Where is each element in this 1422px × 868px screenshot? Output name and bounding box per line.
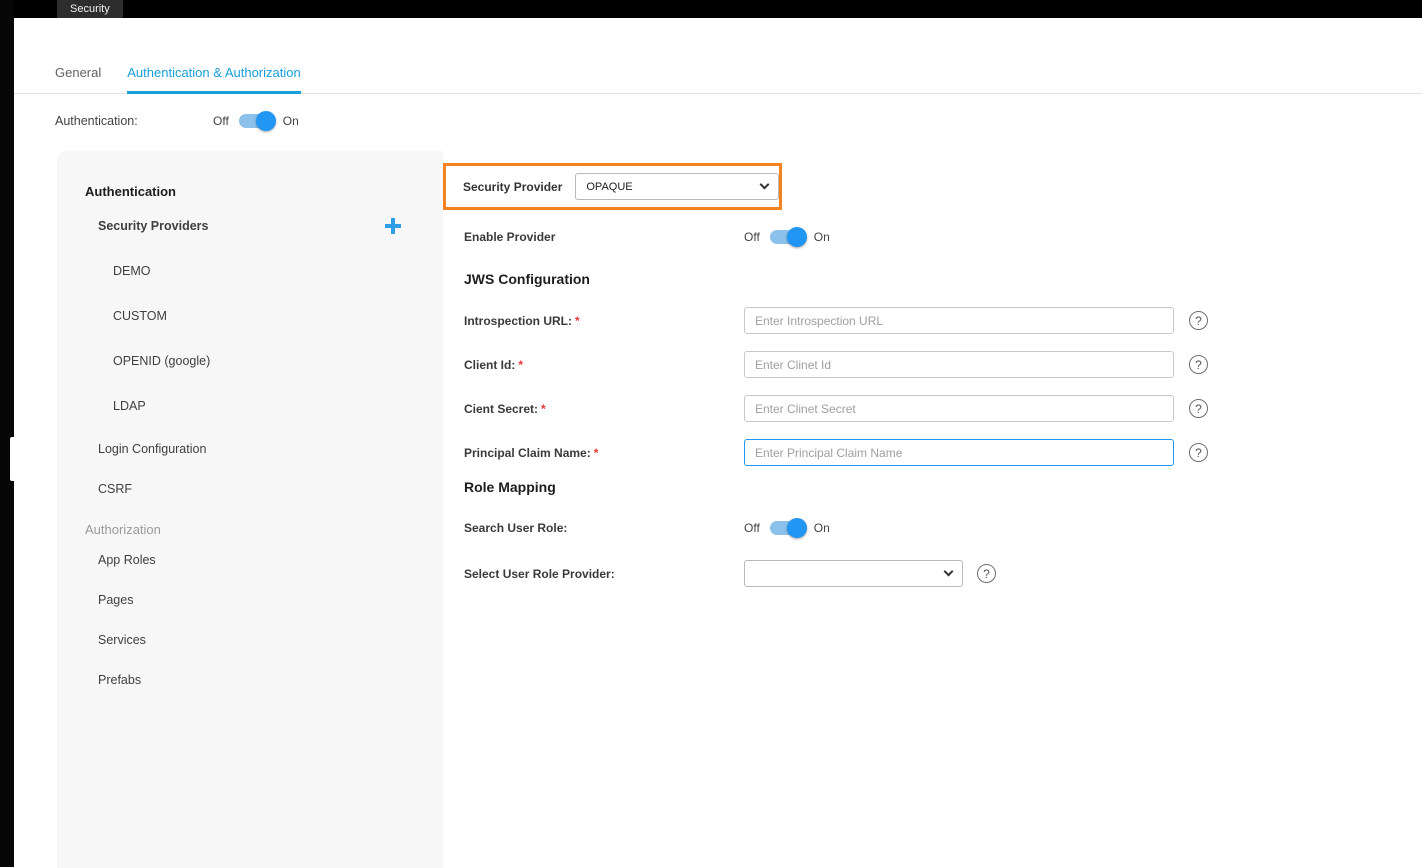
sidebar-header-authentication: Authentication bbox=[85, 181, 443, 203]
client-id-help-icon[interactable]: ? bbox=[1189, 355, 1208, 374]
security-settings-page: General Authentication & Authorization A… bbox=[14, 18, 1422, 867]
sidebar-item-ldap[interactable]: LDAP bbox=[113, 396, 443, 416]
search-user-role-row: Search User Role: Off On bbox=[464, 516, 1422, 540]
top-bar: Security bbox=[0, 0, 1422, 18]
authentication-toggle[interactable] bbox=[239, 114, 273, 128]
toggle-knob bbox=[787, 227, 807, 247]
security-provider-label: Security Provider bbox=[463, 180, 562, 194]
required-asterisk: * bbox=[541, 402, 546, 416]
security-provider-select[interactable]: OPAQUE bbox=[575, 173, 779, 200]
on-label: On bbox=[283, 114, 299, 128]
client-id-row: Client Id:* ? bbox=[464, 351, 1422, 378]
principal-claim-name-row: Principal Claim Name:* ? bbox=[464, 439, 1422, 466]
role-mapping-heading: Role Mapping bbox=[464, 479, 1422, 495]
client-secret-label: Cient Secret:* bbox=[464, 402, 744, 416]
user-role-provider-help-icon[interactable]: ? bbox=[977, 564, 996, 583]
on-label: On bbox=[814, 521, 830, 535]
toggle-knob bbox=[256, 111, 276, 131]
introspection-url-help-icon[interactable]: ? bbox=[1189, 311, 1208, 330]
security-providers-label: Security Providers bbox=[98, 216, 208, 236]
principal-claim-name-help-icon[interactable]: ? bbox=[1189, 443, 1208, 462]
sidebar-item-csrf[interactable]: CSRF bbox=[98, 479, 443, 499]
sidebar-item-services[interactable]: Services bbox=[98, 630, 443, 650]
security-top-tab-label: Security bbox=[70, 3, 110, 15]
client-secret-input[interactable] bbox=[744, 395, 1174, 422]
sidebar-item-security-providers[interactable]: Security Providers bbox=[98, 216, 401, 236]
search-user-role-toggle[interactable] bbox=[770, 521, 804, 535]
enable-provider-toggle-group: Off On bbox=[744, 230, 830, 244]
search-user-role-toggle-group: Off On bbox=[744, 521, 830, 535]
select-user-role-provider-label: Select User Role Provider: bbox=[464, 567, 744, 581]
add-provider-icon[interactable] bbox=[385, 218, 401, 234]
required-asterisk: * bbox=[594, 446, 599, 460]
client-id-label: Client Id:* bbox=[464, 358, 744, 372]
settings-tabs: General Authentication & Authorization bbox=[14, 65, 1422, 94]
sidebar-item-openid-google[interactable]: OPENID (google) bbox=[113, 351, 443, 371]
required-asterisk: * bbox=[575, 314, 580, 328]
client-secret-help-icon[interactable]: ? bbox=[1189, 399, 1208, 418]
enable-provider-row: Enable Provider Off On bbox=[464, 225, 1422, 249]
security-provider-highlight-callout: Security Provider OPAQUE bbox=[443, 163, 782, 210]
authentication-toggle-group: Off On bbox=[213, 114, 299, 128]
tab-authentication-authorization[interactable]: Authentication & Authorization bbox=[127, 65, 300, 93]
principal-claim-name-label: Principal Claim Name:* bbox=[464, 446, 744, 460]
authentication-toggle-row: Authentication: Off On bbox=[55, 111, 1422, 131]
security-panel: Authentication Security Providers DEMO C… bbox=[57, 151, 1422, 868]
sidebar-item-prefabs[interactable]: Prefabs bbox=[98, 670, 443, 690]
user-role-provider-select[interactable] bbox=[744, 560, 963, 587]
required-asterisk: * bbox=[518, 358, 523, 372]
introspection-url-input[interactable] bbox=[744, 307, 1174, 334]
off-label: Off bbox=[744, 521, 760, 535]
off-label: Off bbox=[744, 230, 760, 244]
provider-config-content: Security Provider OPAQUE Enable Provider… bbox=[443, 151, 1422, 868]
enable-provider-label: Enable Provider bbox=[464, 230, 744, 244]
sidebar-item-login-configuration[interactable]: Login Configuration bbox=[98, 439, 443, 459]
introspection-url-label: Introspection URL:* bbox=[464, 314, 744, 328]
sidebar-item-demo[interactable]: DEMO bbox=[113, 261, 443, 281]
select-user-role-provider-row: Select User Role Provider: ? bbox=[464, 560, 1422, 587]
sidebar-item-custom[interactable]: CUSTOM bbox=[113, 306, 443, 326]
tab-general[interactable]: General bbox=[55, 65, 101, 93]
enable-provider-toggle[interactable] bbox=[770, 230, 804, 244]
sidebar-item-app-roles[interactable]: App Roles bbox=[98, 550, 443, 570]
principal-claim-name-input[interactable] bbox=[744, 439, 1174, 466]
security-sidebar: Authentication Security Providers DEMO C… bbox=[57, 151, 443, 868]
sidebar-item-pages[interactable]: Pages bbox=[98, 590, 443, 610]
on-label: On bbox=[814, 230, 830, 244]
introspection-url-row: Introspection URL:* ? bbox=[464, 307, 1422, 334]
security-provider-selected-value: OPAQUE bbox=[586, 181, 632, 193]
sidebar-header-authorization: Authorization bbox=[85, 519, 443, 541]
toggle-knob bbox=[787, 518, 807, 538]
security-top-tab[interactable]: Security bbox=[57, 0, 123, 18]
client-id-input[interactable] bbox=[744, 351, 1174, 378]
search-user-role-label: Search User Role: bbox=[464, 521, 744, 535]
off-label: Off bbox=[213, 114, 229, 128]
authentication-label: Authentication: bbox=[55, 114, 213, 128]
left-edge-strip bbox=[0, 0, 14, 867]
chevron-down-icon bbox=[944, 567, 954, 577]
left-panel-handle[interactable] bbox=[10, 437, 14, 481]
chevron-down-icon bbox=[760, 180, 770, 190]
jws-configuration-heading: JWS Configuration bbox=[464, 271, 1422, 287]
client-secret-row: Cient Secret:* ? bbox=[464, 395, 1422, 422]
